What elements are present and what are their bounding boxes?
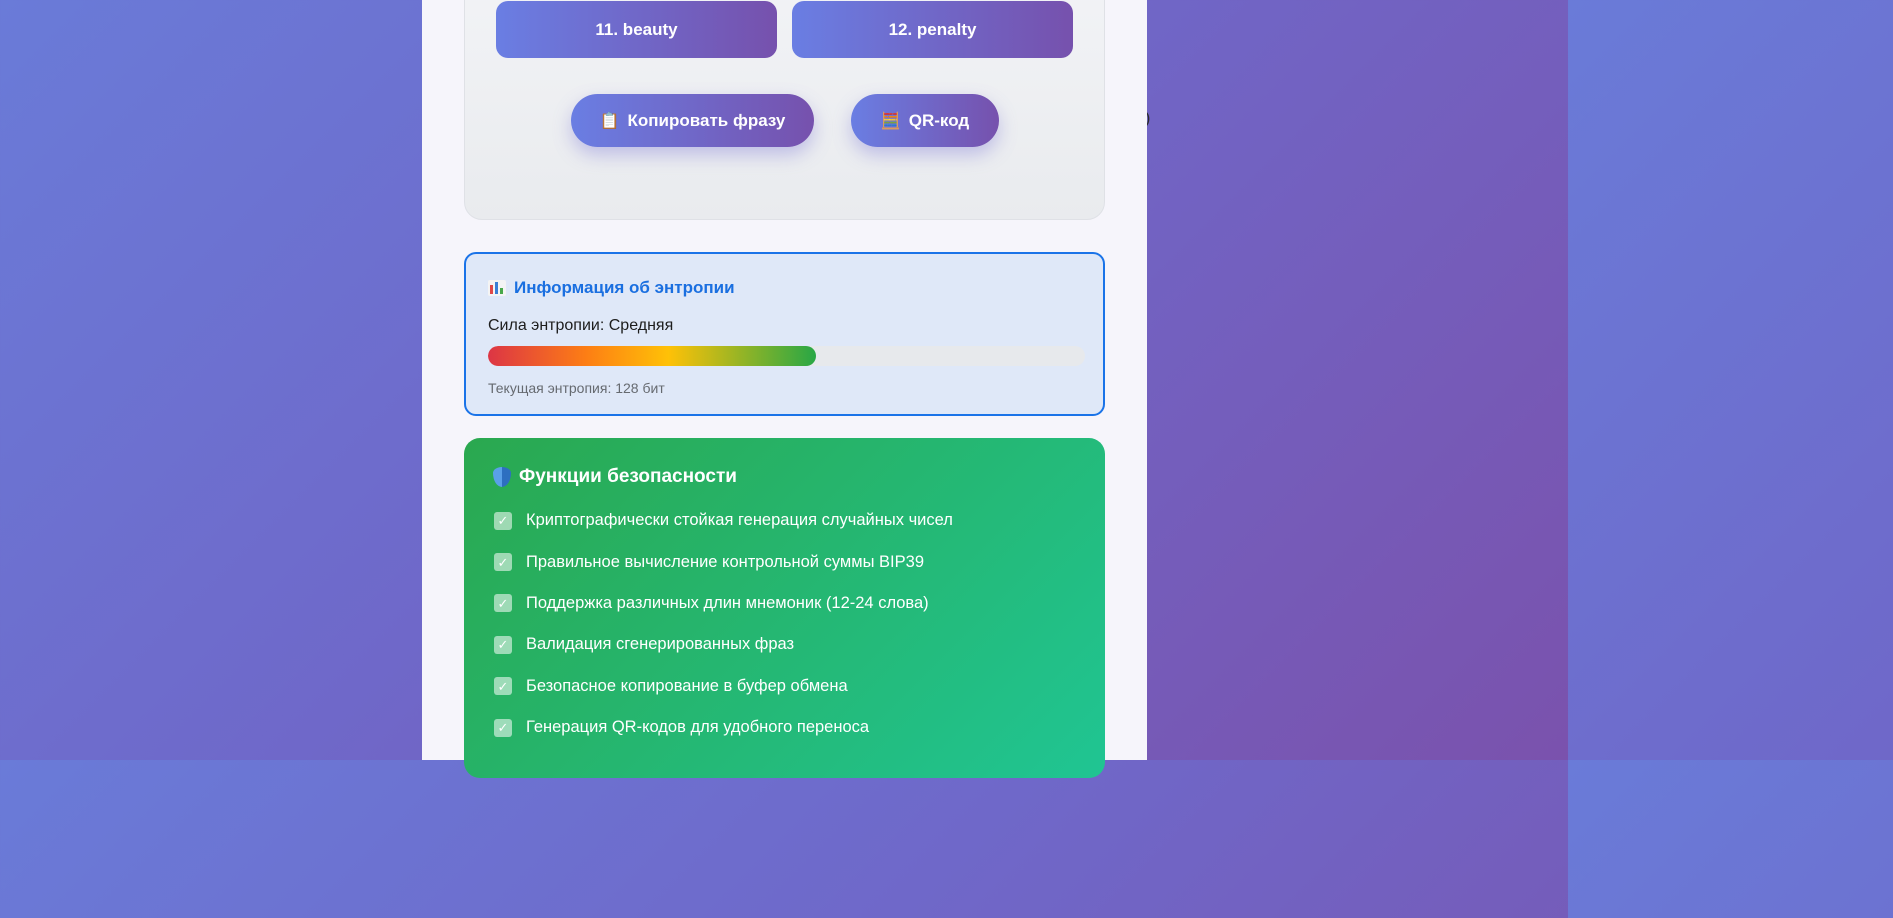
security-feature-list: ✓ Криптографически стойкая генерация слу… (494, 500, 953, 748)
entropy-info-card: Информация об энтропии Сила энтропии: Ср… (464, 252, 1105, 416)
feature-label: Поддержка различных длин мнемоник (12-24… (526, 593, 929, 612)
list-item: ✓ Валидация сгенерированных фраз (494, 624, 953, 665)
entropy-strength-label: Сила энтропии: (488, 317, 605, 334)
entropy-heading: Информация об энтропии (488, 278, 735, 298)
checkmark-icon: ✓ (494, 677, 512, 696)
checkmark-icon: ✓ (494, 553, 512, 572)
mnemonic-word: 11. beauty (496, 1, 777, 58)
entropy-strength-bar (488, 346, 1085, 366)
entropy-strength: Сила энтропии: Средняя (488, 317, 673, 335)
qr-code-label: QR-код (908, 110, 970, 130)
entropy-title: Информация об энтропии (514, 278, 735, 297)
security-heading: Функции безопасности (493, 466, 737, 488)
entropy-strength-value: Средняя (608, 317, 674, 334)
list-item: ✓ Поддержка различных длин мнемоник (12-… (494, 583, 953, 624)
list-item: ✓ Безопасное копирование в буфер обмена (494, 666, 953, 707)
checkmark-icon: ✓ (494, 594, 512, 613)
feature-label: Генерация QR-кодов для удобного переноса (526, 718, 870, 737)
shield-icon (493, 467, 511, 487)
security-title: Функции безопасности (519, 466, 737, 487)
feature-label: Правильное вычисление контрольной суммы … (526, 552, 924, 571)
abacus-icon: 🧮 (880, 112, 901, 130)
list-item: ✓ Генерация QR-кодов для удобного перено… (494, 707, 953, 748)
entropy-current: Текущая энтропия: 128 бит (488, 380, 665, 396)
security-features-card: Функции безопасности ✓ Криптографически … (464, 438, 1105, 778)
mnemonic-panel: 11. beauty 12. penalty 📋 Копировать фраз… (464, 0, 1105, 220)
feature-label: Безопасное копирование в буфер обмена (526, 676, 848, 695)
list-item: ✓ Криптографически стойкая генерация слу… (494, 500, 953, 541)
feature-label: Валидация сгенерированных фраз (526, 635, 795, 654)
mnemonic-word: 12. penalty (792, 1, 1073, 58)
main-container: 11. beauty 12. penalty 📋 Копировать фраз… (422, 0, 1147, 778)
bar-chart-icon (488, 280, 506, 296)
checkmark-icon: ✓ (494, 511, 512, 530)
list-item: ✓ Правильное вычисление контрольной сумм… (494, 541, 953, 582)
copy-phrase-button[interactable]: 📋 Копировать фразу (571, 94, 814, 147)
checkmark-icon: ✓ (494, 718, 512, 737)
clipboard-icon: 📋 (599, 112, 620, 130)
qr-code-button[interactable]: 🧮 QR-код (851, 94, 999, 147)
copy-phrase-label: Копировать фразу (627, 110, 786, 130)
feature-label: Криптографически стойкая генерация случа… (526, 511, 953, 530)
entropy-strength-fill (488, 346, 817, 366)
checkmark-icon: ✓ (494, 635, 512, 654)
